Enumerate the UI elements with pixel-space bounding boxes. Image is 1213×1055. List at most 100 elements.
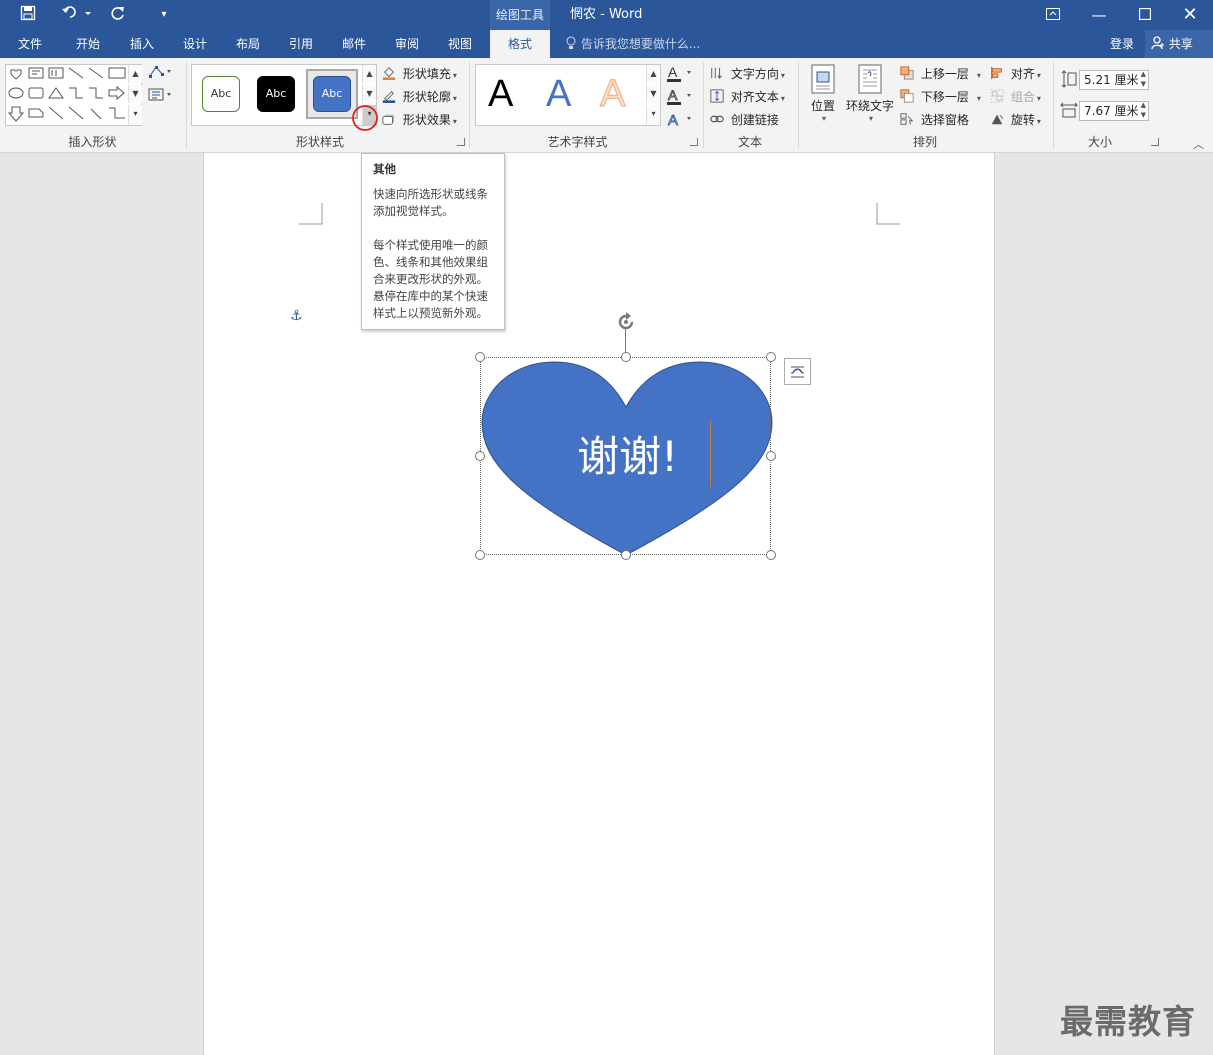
tab-home[interactable]: 开始 — [66, 30, 110, 58]
send-backward-button[interactable]: 下移一层 ▾ — [900, 88, 981, 105]
width-input[interactable]: 7.67 厘米 ▲ ▼ — [1079, 101, 1149, 121]
size-launcher-icon[interactable] — [1151, 138, 1159, 146]
text-effects-icon[interactable]: A — [667, 110, 695, 131]
tab-file[interactable]: 文件 — [10, 30, 50, 58]
style-preset-blue[interactable]: Abc — [313, 76, 351, 112]
chevron-down-icon: ▾ — [780, 94, 785, 103]
resize-handle-nw[interactable] — [475, 352, 485, 362]
shape-fill-button[interactable]: 形状填充 ▾ — [382, 65, 457, 82]
text-box-icon[interactable] — [148, 87, 172, 106]
styles-scroll-up[interactable]: ▲ — [362, 65, 376, 83]
window-title: 惘农 - Word — [570, 7, 643, 22]
position-icon — [810, 64, 836, 97]
chevron-down-icon: ▾ — [452, 94, 457, 103]
shapes-more[interactable]: ▾ — [128, 105, 142, 125]
wordart-blue[interactable]: A — [546, 73, 571, 116]
chevron-down-icon: ▾ — [1036, 94, 1041, 103]
chevron-down-icon: ▾ — [976, 94, 981, 103]
tab-references[interactable]: 引用 — [279, 30, 323, 58]
text-direction-icon — [710, 67, 731, 81]
width-spinner[interactable]: ▲ ▼ — [1141, 100, 1146, 120]
style-preset-black[interactable]: Abc — [257, 76, 295, 112]
wordart-gallery[interactable]: A A A ▲ ▼ ▾ — [475, 64, 661, 126]
signin-link[interactable]: 登录 — [1110, 30, 1134, 58]
resize-handle-ne[interactable] — [766, 352, 776, 362]
wrap-text-button[interactable]: 环绕文字 ▾ — [843, 64, 897, 134]
wordart-launcher-icon[interactable] — [690, 138, 698, 146]
text-fill-icon[interactable]: A — [667, 64, 695, 85]
resize-handle-s[interactable] — [621, 550, 631, 560]
rotate-button[interactable]: 旋转 ▾ — [990, 111, 1041, 128]
align-icon — [990, 66, 1011, 81]
tab-review[interactable]: 审阅 — [385, 30, 429, 58]
tell-me-box[interactable]: 告诉我您想要做什么... — [565, 30, 700, 58]
styles-scroll-down[interactable]: ▼ — [362, 85, 376, 103]
shape-fill-label: 形状填充 — [402, 67, 451, 81]
separator — [186, 62, 187, 148]
width-icon — [1060, 101, 1078, 122]
text-outline-icon[interactable]: A — [667, 87, 695, 108]
height-spinner[interactable]: ▲ ▼ — [1141, 69, 1146, 89]
position-button[interactable]: 位置 ▾ — [806, 64, 840, 134]
resize-handle-se[interactable] — [766, 550, 776, 560]
shapes-gallery[interactable]: ▲ ▼ ▾ — [5, 64, 142, 126]
close-icon[interactable]: ✕ — [1167, 0, 1213, 30]
customize-qat-icon[interactable]: ▾ — [154, 5, 174, 25]
group-button[interactable]: 组合 ▾ — [990, 88, 1041, 105]
text-direction-button[interactable]: 文字方向 ▾ — [710, 65, 785, 82]
undo-icon[interactable] — [60, 5, 92, 25]
document-page[interactable]: ⚓ 谢谢! — [203, 153, 995, 1055]
document-area: ⚓ 谢谢! — [0, 153, 1213, 1055]
link-icon — [710, 113, 731, 127]
chevron-down-icon: ▾ — [976, 71, 981, 80]
tab-insert[interactable]: 插入 — [120, 30, 164, 58]
maximize-icon[interactable] — [1122, 0, 1168, 30]
wordart-styles-label: 艺术字样式 — [547, 135, 608, 149]
create-link-button[interactable]: 创建链接 — [710, 111, 779, 128]
shape-styles-gallery[interactable]: Abc Abc Abc ▲ ▼ ▾ — [191, 64, 377, 126]
shapes-scroll-up[interactable]: ▲ — [128, 65, 142, 83]
tab-layout[interactable]: 布局 — [226, 30, 270, 58]
tab-format[interactable]: 格式 — [490, 30, 550, 58]
resize-handle-sw[interactable] — [475, 550, 485, 560]
wordart-orange[interactable]: A — [599, 72, 626, 116]
wordart-scroll-up[interactable]: ▲ — [646, 65, 660, 83]
tab-design[interactable]: 设计 — [173, 30, 217, 58]
height-value: 5.21 厘米 — [1084, 73, 1139, 87]
ribbon-display-icon[interactable] — [1030, 0, 1076, 30]
share-button[interactable]: 共享 — [1145, 30, 1213, 58]
bring-forward-button[interactable]: 上移一层 ▾ — [900, 65, 981, 82]
align-text-label: 对齐文本 — [730, 90, 779, 104]
resize-handle-n[interactable] — [621, 352, 631, 362]
shape-styles-launcher-icon[interactable] — [457, 138, 465, 146]
shape-outline-button[interactable]: 形状轮廓 ▾ — [382, 88, 457, 105]
selection-pane-button[interactable]: 选择窗格 — [900, 111, 969, 128]
shape-effects-button[interactable]: 形状效果 ▾ — [382, 111, 457, 128]
save-icon[interactable] — [18, 5, 38, 25]
align-button[interactable]: 对齐 ▾ — [990, 65, 1041, 82]
tooltip-title: 其他 — [373, 162, 396, 176]
wordart-black[interactable]: A — [488, 73, 513, 116]
rotate-handle-icon[interactable] — [615, 311, 637, 333]
minimize-icon[interactable]: — — [1076, 0, 1122, 30]
size-label: 大小 — [1087, 135, 1112, 149]
wordart-more[interactable]: ▾ — [646, 105, 660, 125]
shapes-scroll-down[interactable]: ▼ — [128, 85, 142, 103]
shape-styles-label: 形状样式 — [295, 135, 344, 149]
group-label: 组合 — [1010, 90, 1035, 104]
width-value: 7.67 厘米 — [1084, 104, 1139, 118]
edit-shape-icon[interactable] — [148, 64, 172, 83]
layout-options-button[interactable] — [784, 358, 811, 385]
resize-handle-e[interactable] — [766, 451, 776, 461]
style-preset-outline[interactable]: Abc — [202, 76, 240, 112]
tab-view[interactable]: 视图 — [438, 30, 482, 58]
tab-mailings[interactable]: 邮件 — [332, 30, 376, 58]
paint-bucket-icon — [382, 67, 403, 81]
highlight-circle — [352, 105, 378, 131]
resize-handle-w[interactable] — [475, 451, 485, 461]
align-text-button[interactable]: 对齐文本 ▾ — [710, 88, 785, 105]
wordart-scroll-down[interactable]: ▼ — [646, 85, 660, 103]
redo-icon[interactable] — [108, 5, 128, 25]
collapse-ribbon-icon[interactable]: ︿ — [1193, 136, 1204, 152]
height-input[interactable]: 5.21 厘米 ▲ ▼ — [1079, 70, 1149, 90]
